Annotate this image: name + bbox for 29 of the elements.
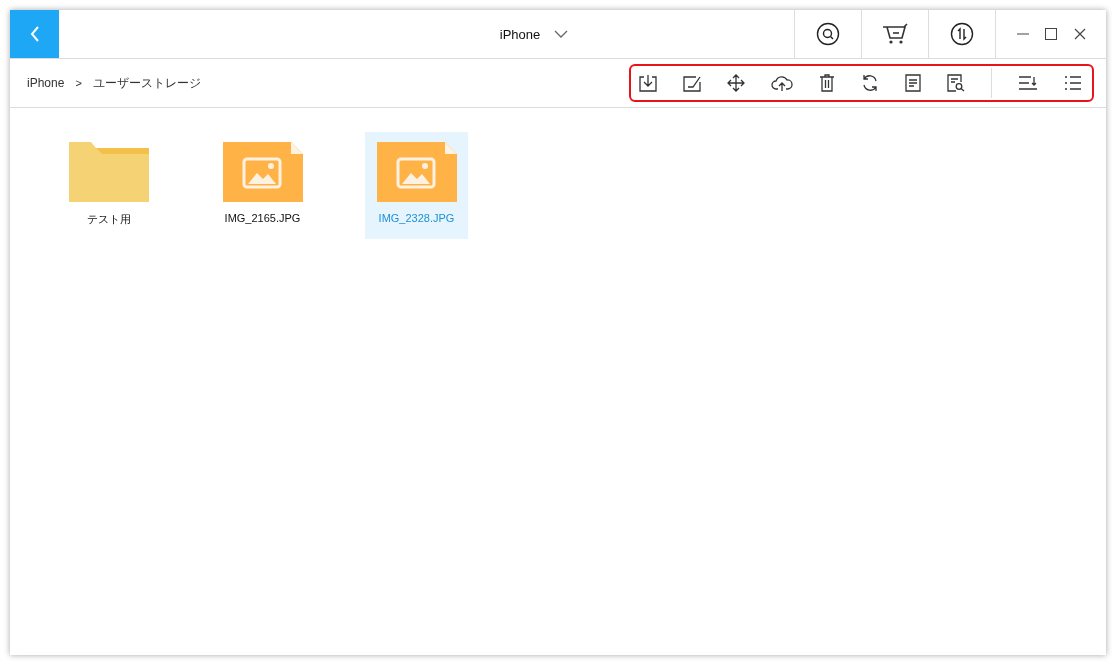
image-file-icon [376, 142, 457, 202]
cart-icon[interactable] [882, 23, 908, 45]
breadcrumb-separator: > [75, 77, 82, 89]
transfer-icon[interactable] [950, 22, 974, 46]
breadcrumb-item[interactable]: ユーザーストレージ [92, 74, 201, 92]
file-name: IMG_2165.JPG [224, 212, 301, 224]
file-name: テスト用 [86, 212, 131, 227]
move-icon[interactable] [727, 74, 745, 92]
edit-icon[interactable] [683, 74, 701, 92]
refresh-icon[interactable] [861, 74, 879, 92]
document-icon[interactable] [905, 74, 921, 92]
window-title: iPhone [499, 26, 541, 42]
caret-icon[interactable] [554, 30, 569, 38]
upload-cloud-icon[interactable] [771, 74, 793, 92]
maximize-icon[interactable] [1045, 28, 1057, 40]
sort-icon[interactable] [1018, 75, 1038, 91]
chevron-left-icon [28, 25, 41, 43]
file-name: IMG_2328.JPG [378, 212, 455, 224]
search-icon[interactable] [816, 22, 840, 46]
export-icon[interactable] [639, 74, 657, 92]
folder-icon [68, 142, 149, 202]
file-item[interactable]: テスト用 [57, 132, 160, 239]
file-item[interactable]: IMG_2165.JPG [211, 132, 314, 239]
document-search-icon[interactable] [947, 74, 965, 92]
list-view-icon[interactable] [1064, 76, 1082, 90]
breadcrumb-item[interactable]: iPhone [27, 76, 65, 90]
image-file-icon [222, 142, 303, 202]
close-icon[interactable] [1073, 28, 1086, 40]
trash-icon[interactable] [819, 74, 835, 92]
